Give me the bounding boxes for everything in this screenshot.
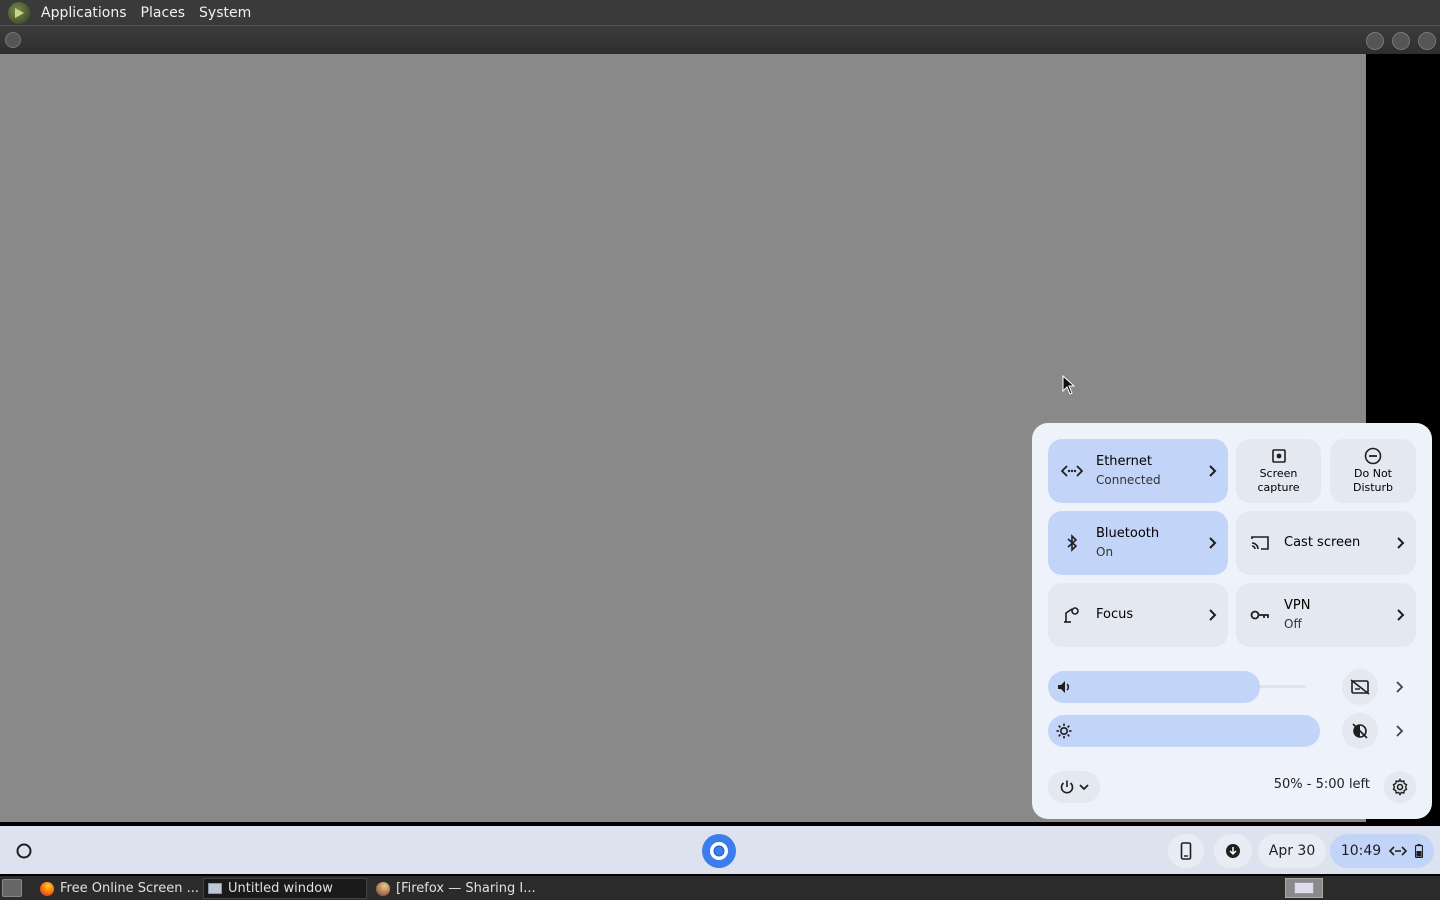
bluetooth-status: On [1096, 545, 1114, 559]
workspace-switcher[interactable] [1285, 878, 1323, 898]
ethernet-status: Connected [1096, 473, 1161, 487]
battery-status-text: 50% - 5:00 left [1273, 777, 1370, 792]
brightness-slider[interactable] [1048, 715, 1320, 747]
night-light-off-icon [1352, 723, 1368, 739]
task-label: Untitled window [228, 881, 333, 896]
screen-capture-label-1: Screen [1259, 466, 1298, 480]
dnd-label-2: Disturb [1352, 481, 1394, 494]
shelf: Apr 30 10:49 [0, 826, 1440, 874]
gear-icon [1392, 778, 1408, 796]
vpn-key-icon [1236, 609, 1284, 621]
focus-title: Focus [1096, 607, 1134, 622]
ethernet-status-icon [1389, 846, 1408, 856]
ethernet-icon [1048, 464, 1096, 478]
task-free-online-screen[interactable]: Free Online Screen ... [36, 878, 200, 899]
captions-off-icon [1350, 679, 1370, 695]
vpn-status: Off [1284, 617, 1302, 631]
battery-icon [1415, 844, 1424, 858]
firefox-icon [376, 881, 390, 896]
audio-settings-chevron-icon[interactable] [1392, 679, 1408, 695]
chevron-right-icon [1198, 537, 1228, 549]
settings-button[interactable] [1384, 771, 1416, 803]
vpn-title: VPN [1284, 598, 1311, 613]
do-not-disturb-tile[interactable]: Do Not Disturb [1330, 439, 1416, 503]
task-untitled-window[interactable]: Untitled window [203, 878, 367, 899]
show-desktop-icon[interactable] [2, 879, 22, 897]
volume-slider[interactable] [1048, 671, 1260, 703]
phone-hub-button[interactable] [1168, 834, 1204, 868]
close-button[interactable] [1418, 32, 1436, 50]
display-settings-chevron-icon[interactable] [1392, 723, 1408, 739]
mouse-cursor-icon [1062, 375, 1076, 395]
chevron-right-icon [1386, 609, 1416, 621]
applications-menu[interactable]: Applications [34, 5, 134, 21]
top-panel: Applications Places System [0, 0, 1440, 25]
screen-capture-tile[interactable]: Screen capture [1236, 439, 1321, 503]
system-menu[interactable]: System [192, 5, 258, 21]
clock-label: 10:49 [1340, 843, 1382, 859]
bluetooth-title: Bluetooth [1096, 526, 1160, 541]
ethernet-title: Ethernet [1096, 454, 1152, 469]
taskbar: Free Online Screen ... Untitled window [… [0, 876, 1440, 900]
task-label: Free Online Screen ... [60, 881, 200, 896]
date-tray-button[interactable]: Apr 30 [1258, 834, 1326, 868]
window-titlebar[interactable] [0, 25, 1440, 54]
phone-icon [1180, 842, 1192, 860]
date-label: Apr 30 [1268, 843, 1316, 859]
dnd-label-1: Do Not [1354, 467, 1392, 480]
chevron-down-icon [1079, 784, 1089, 791]
bluetooth-icon [1048, 534, 1096, 552]
tote-button[interactable] [1214, 834, 1252, 868]
window-menu-icon[interactable] [5, 32, 21, 48]
chevron-right-icon [1198, 609, 1228, 621]
status-area-button[interactable]: 10:49 [1330, 834, 1434, 868]
volume-icon [1058, 681, 1070, 693]
cast-icon [1236, 535, 1284, 551]
vpn-tile[interactable]: VPN Off [1236, 583, 1416, 647]
places-menu[interactable]: Places [134, 5, 193, 21]
chrome-browser-icon[interactable] [702, 834, 736, 868]
launcher-circle-icon [16, 843, 32, 859]
night-light-button[interactable] [1342, 713, 1378, 749]
screen-capture-label-2: capture [1257, 480, 1300, 494]
audio-output-button[interactable] [1342, 669, 1378, 705]
download-circle-icon [1226, 844, 1240, 858]
power-icon [1060, 780, 1074, 794]
do-not-disturb-icon [1364, 447, 1382, 465]
task-label: [Firefox — Sharing I... [396, 881, 536, 896]
distro-logo-icon[interactable] [8, 1, 30, 24]
cast-screen-title: Cast screen [1284, 535, 1361, 550]
cast-screen-tile[interactable]: Cast screen [1236, 511, 1416, 575]
maximize-button[interactable] [1392, 32, 1410, 50]
firefox-icon [40, 881, 54, 896]
minimize-button[interactable] [1366, 32, 1384, 50]
chevron-right-icon [1386, 537, 1416, 549]
focus-icon [1048, 606, 1096, 624]
power-menu-button[interactable] [1048, 771, 1100, 803]
brightness-icon [1056, 723, 1072, 739]
bluetooth-tile[interactable]: Bluetooth On [1048, 511, 1228, 575]
ethernet-tile[interactable]: Ethernet Connected [1048, 439, 1228, 503]
task-firefox-sharing[interactable]: [Firefox — Sharing I... [372, 878, 540, 899]
launcher-button[interactable] [8, 836, 40, 866]
screen-capture-icon [1271, 448, 1286, 463]
focus-tile[interactable]: Focus [1048, 583, 1228, 647]
chevron-right-icon [1198, 465, 1228, 477]
window-icon [208, 883, 222, 894]
